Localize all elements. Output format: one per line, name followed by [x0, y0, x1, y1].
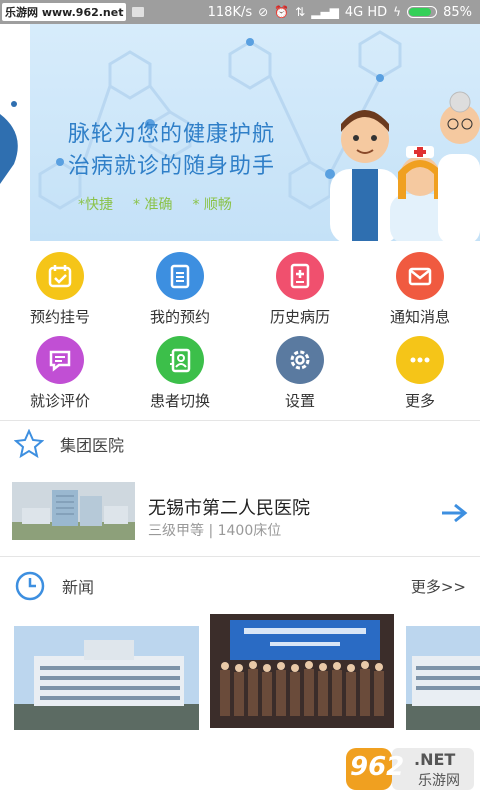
menu-item-more[interactable]: 更多 [360, 336, 480, 411]
mail-icon [396, 252, 444, 300]
news-carousel [0, 612, 480, 732]
hospital-info: 三级甲等 | 1400床位 [148, 523, 282, 539]
news-thumbnail[interactable] [14, 626, 199, 730]
feature-grid: 预约挂号 我的预约 历史病历 通知消息 就诊评价 患者切换 设置 更多 [0, 248, 480, 418]
net-speed: 118K/s [207, 4, 253, 20]
menu-label: 设置 [284, 392, 315, 410]
banner-subheadline: 治病就诊的随身助手 [68, 154, 276, 179]
menu-item-appointment-booking[interactable]: 预约挂号 [0, 252, 120, 327]
more-icon [396, 336, 444, 384]
watermark-suffix: .NET [414, 750, 456, 769]
contacts-icon [156, 336, 204, 384]
news-more-link[interactable]: 更多>> [411, 576, 466, 597]
comment-icon [36, 336, 84, 384]
divider [0, 420, 480, 421]
banner-tag: *快捷 [78, 197, 113, 213]
section-title: 新闻 [62, 578, 95, 597]
promo-banner[interactable]: 脉轮为您的健康护航 治病就诊的随身助手 *快捷 * 准确 * 顺畅 [0, 24, 480, 241]
doctors-illustration [330, 91, 480, 241]
hospital-photo [12, 482, 135, 540]
menu-label: 患者切换 [149, 392, 210, 410]
news-thumbnail[interactable] [210, 614, 394, 728]
star-icon [14, 429, 44, 459]
watermark-brand: 962 [350, 752, 405, 782]
menu-label: 预约挂号 [29, 308, 90, 326]
section-title: 集团医院 [60, 436, 125, 455]
network-type: 4G HD [344, 4, 388, 20]
vibrate-icon: ⇅ [295, 5, 306, 19]
group-hospital-header: 集团医院 [0, 422, 480, 466]
clipboard-icon [156, 252, 204, 300]
data-saver-icon: ⊘ [258, 5, 269, 19]
arrow-right-icon[interactable] [440, 502, 468, 524]
signal-icon: ▂▄▆ [311, 5, 339, 19]
menu-item-my-appointments[interactable]: 我的预约 [120, 252, 240, 327]
divider [0, 556, 480, 557]
banner-tag: * 准确 [133, 197, 173, 213]
menu-label: 我的预约 [149, 308, 210, 326]
alarm-icon: ⏰ [274, 5, 290, 19]
status-bar: 乐游网 www.962.net 118K/s ⊘ ⏰ ⇅ ▂▄▆ 4G HD ϟ… [0, 0, 480, 24]
site-badge: 乐游网 www.962.net [2, 3, 127, 21]
banner-headline: 脉轮为您的健康护航 [68, 122, 276, 147]
menu-item-visit-review[interactable]: 就诊评价 [0, 336, 120, 411]
charging-icon: ϟ [393, 5, 402, 19]
notification-icon [132, 7, 145, 17]
battery-percent: 85% [443, 4, 472, 20]
menu-label: 更多 [404, 392, 435, 410]
banner-tags: *快捷 * 准确 * 顺畅 [78, 194, 232, 214]
battery-icon [407, 6, 438, 18]
banner-edge [0, 24, 30, 241]
menu-label: 通知消息 [389, 308, 450, 326]
site-watermark: 962 .NET 乐游网 [346, 744, 474, 794]
hospital-card[interactable]: 无锡市第二人民医院 三级甲等 | 1400床位 [0, 474, 480, 550]
banner-tag: * 顺畅 [192, 197, 232, 213]
gear-icon [276, 336, 324, 384]
menu-label: 就诊评价 [29, 392, 90, 410]
menu-label: 历史病历 [269, 308, 330, 326]
menu-item-notifications[interactable]: 通知消息 [360, 252, 480, 327]
menu-item-switch-patient[interactable]: 患者切换 [120, 336, 240, 411]
watermark-name: 乐游网 [418, 773, 460, 789]
menu-item-settings[interactable]: 设置 [240, 336, 360, 411]
menu-item-medical-history[interactable]: 历史病历 [240, 252, 360, 327]
news-header: 新闻 更多>> [0, 564, 480, 608]
hospital-name: 无锡市第二人民医院 [148, 498, 310, 519]
clock-icon [15, 571, 45, 601]
news-thumbnail[interactable] [406, 626, 480, 730]
medical-record-icon [276, 252, 324, 300]
calendar-icon [36, 252, 84, 300]
